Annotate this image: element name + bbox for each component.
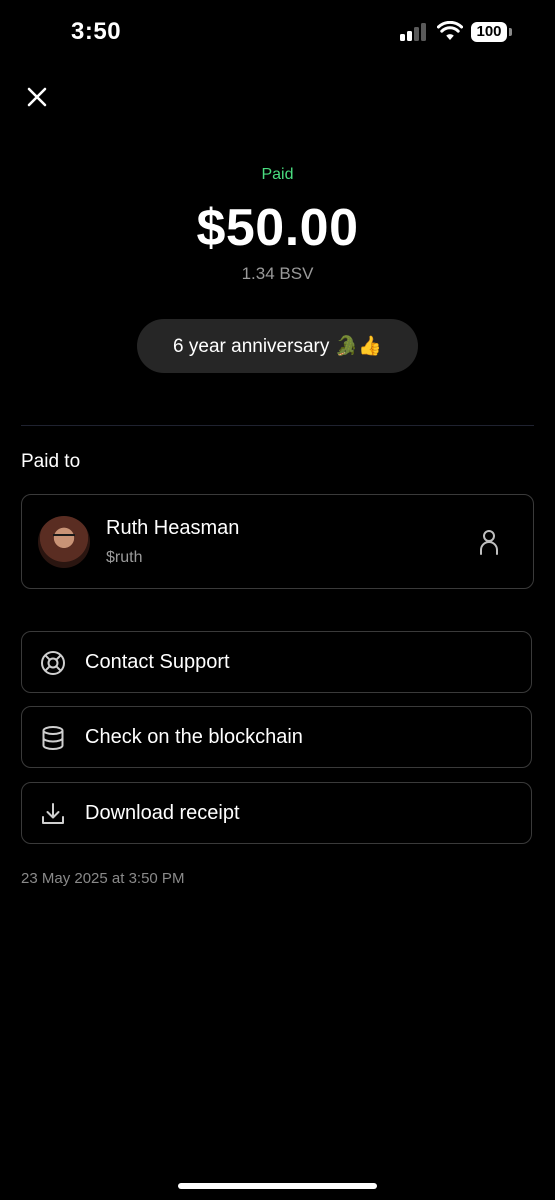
check-blockchain-label: Check on the blockchain: [85, 726, 303, 748]
database-icon: [42, 726, 64, 750]
payment-status: Paid: [261, 166, 294, 183]
wifi-icon: [437, 21, 463, 40]
home-indicator[interactable]: [178, 1183, 377, 1189]
lifebuoy-icon: [41, 651, 65, 675]
crypto-amount: 1.34 BSV: [241, 264, 314, 283]
payment-detail-screen: 3:50 100 Paid $50.00 1.34 BSV 6 year ann…: [0, 0, 555, 1200]
section-divider: [21, 425, 534, 426]
download-receipt-button[interactable]: Download receipt: [21, 782, 532, 844]
check-blockchain-button[interactable]: Check on the blockchain: [21, 706, 532, 768]
payment-amount: $50.00: [196, 199, 359, 257]
contact-support-label: Contact Support: [85, 651, 230, 673]
battery-indicator: 100: [471, 22, 507, 42]
avatar: [38, 516, 90, 568]
contact-support-button[interactable]: Contact Support: [21, 631, 532, 693]
download-icon: [42, 803, 64, 824]
paid-to-label: Paid to: [21, 451, 81, 472]
recipient-handle: $ruth: [106, 549, 143, 566]
status-bar-time: 3:50: [71, 18, 122, 45]
payment-timestamp: 23 May 2025 at 3:50 PM: [21, 870, 185, 887]
cellular-signal-icon: [400, 23, 428, 41]
recipient-name: Ruth Heasman: [106, 517, 240, 539]
battery-tip: [509, 28, 512, 36]
avatar-glasses: [53, 534, 75, 542]
payment-note: 6 year anniversary 🐊👍: [137, 319, 418, 373]
close-icon[interactable]: [22, 82, 52, 112]
download-receipt-label: Download receipt: [85, 802, 240, 824]
recipient-card[interactable]: Ruth Heasman $ruth: [21, 494, 534, 589]
profile-icon[interactable]: [479, 529, 499, 555]
